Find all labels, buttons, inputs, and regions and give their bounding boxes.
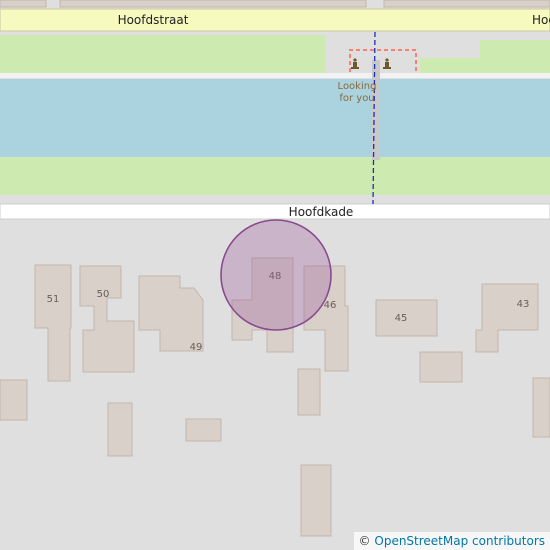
house-number-49: 49: [190, 342, 203, 353]
grass-bank-top: [420, 58, 480, 73]
house-number-51: 51: [47, 294, 60, 305]
building[interactable]: [0, 379, 28, 421]
house-number-50: 50: [97, 289, 110, 300]
hoofdkade-road[interactable]: [0, 203, 550, 220]
building[interactable]: [532, 377, 550, 438]
top-edge-building: [383, 0, 550, 8]
house-number-46: 46: [324, 300, 337, 311]
openstreetmap-contributors-link[interactable]: OpenStreetMap contributors: [374, 534, 545, 548]
map-attribution: © OpenStreetMap contributors: [353, 532, 550, 550]
building[interactable]: [300, 464, 332, 537]
copyright-symbol: ©: [358, 534, 371, 548]
road-label-hoofdstraat: Hoofdstraat: [118, 13, 189, 27]
top-edge-building: [59, 0, 367, 8]
building[interactable]: [185, 418, 222, 442]
poi-label-line1: Looking: [338, 81, 377, 92]
building[interactable]: [107, 402, 133, 457]
house-number-45: 45: [395, 313, 408, 324]
grass-bank-bottom: [0, 157, 550, 195]
location-highlight-circle[interactable]: [220, 219, 332, 331]
footpath-top: [0, 73, 550, 78]
grass-bank-top: [480, 40, 550, 73]
house-number-43: 43: [517, 299, 530, 310]
canal-water: [0, 79, 550, 157]
map-canvas[interactable]: Looking for you Hoofdstraat Hoo Hoofdkad…: [0, 0, 550, 550]
road-label-hoofdkade: Hoofdkade: [289, 205, 354, 219]
poi-label-line2: for you: [339, 93, 374, 104]
building[interactable]: [297, 368, 321, 416]
grass-bank-top: [0, 35, 325, 73]
building[interactable]: [419, 351, 463, 383]
top-edge-building: [0, 0, 47, 8]
road-label-hoofdstraat-partial: Hoo: [532, 13, 550, 27]
hoofdstraat-road[interactable]: [0, 8, 550, 32]
